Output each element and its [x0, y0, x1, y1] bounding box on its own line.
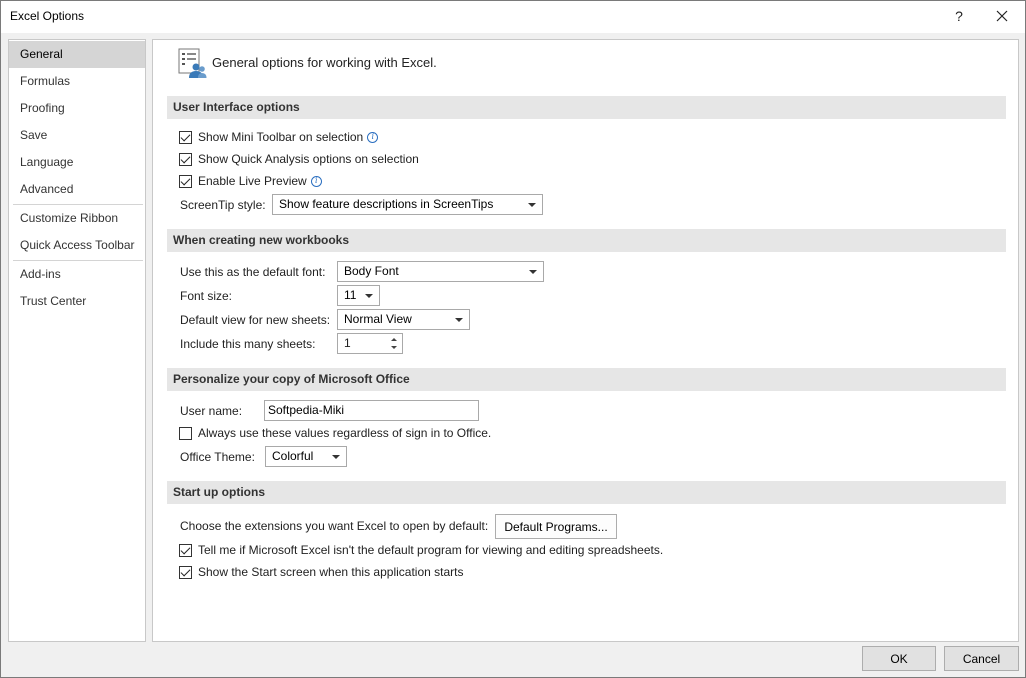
- info-icon[interactable]: i: [310, 175, 322, 187]
- default-font-value: Body Font: [344, 264, 399, 278]
- always-use-values-option[interactable]: Always use these values regardless of si…: [179, 423, 491, 443]
- quick-analysis-option[interactable]: Show Quick Analysis options on selection: [179, 149, 419, 169]
- mini-toolbar-label: Show Mini Toolbar on selection: [198, 130, 364, 144]
- nav-item-trust-center[interactable]: Trust Center: [9, 288, 145, 315]
- show-start-screen-checkbox[interactable]: [179, 565, 192, 579]
- office-theme-label: Office Theme:: [180, 450, 255, 464]
- close-button[interactable]: [979, 1, 1025, 31]
- mini-toolbar-option[interactable]: Show Mini Toolbar on selection i: [179, 127, 379, 147]
- nav-item-customize-ribbon[interactable]: Customize Ribbon: [9, 205, 145, 232]
- ok-button[interactable]: OK: [862, 646, 936, 671]
- spin-down-icon[interactable]: [391, 346, 397, 349]
- user-name-label: User name:: [180, 404, 243, 418]
- quick-analysis-label: Show Quick Analysis options on selection: [198, 152, 419, 166]
- show-start-screen-option[interactable]: Show the Start screen when this applicat…: [179, 562, 463, 582]
- window-title: Excel Options: [10, 9, 85, 23]
- show-start-screen-label: Show the Start screen when this applicat…: [198, 565, 464, 579]
- chevron-down-icon: [455, 318, 463, 322]
- tell-me-default-option[interactable]: Tell me if Microsoft Excel isn't the def…: [179, 540, 663, 560]
- live-preview-label: Enable Live Preview: [198, 174, 307, 188]
- info-icon[interactable]: i: [367, 131, 379, 143]
- nav-item-proofing[interactable]: Proofing: [9, 95, 145, 122]
- office-theme-dropdown[interactable]: Colorful: [265, 446, 347, 467]
- sheet-count-spinner[interactable]: 1: [337, 333, 403, 354]
- default-font-dropdown[interactable]: Body Font: [337, 261, 544, 282]
- title-bar: Excel Options ?: [1, 1, 1025, 33]
- user-name-input[interactable]: Softpedia-Miki: [264, 400, 479, 421]
- default-font-label: Use this as the default font:: [180, 265, 326, 279]
- section-user-interface: User Interface options: [167, 96, 1006, 119]
- chevron-down-icon: [529, 270, 537, 274]
- default-programs-button[interactable]: Default Programs...: [495, 514, 617, 539]
- sheet-count-label: Include this many sheets:: [180, 337, 316, 351]
- nav-item-formulas[interactable]: Formulas: [9, 68, 145, 95]
- chevron-down-icon: [365, 294, 373, 298]
- page-heading: General options for working with Excel.: [212, 55, 437, 70]
- always-use-values-checkbox[interactable]: [179, 426, 192, 440]
- cancel-button[interactable]: Cancel: [944, 646, 1019, 671]
- nav-item-quick-access-toolbar[interactable]: Quick Access Toolbar: [9, 232, 145, 259]
- spin-up-icon[interactable]: [391, 338, 397, 341]
- screentip-style-dropdown[interactable]: Show feature descriptions in ScreenTips: [272, 194, 543, 215]
- chevron-down-icon: [528, 203, 536, 207]
- sheet-count-value: 1: [344, 336, 351, 350]
- general-options-icon: [178, 48, 207, 78]
- section-startup: Start up options: [167, 481, 1006, 504]
- font-size-value: 11: [344, 288, 357, 302]
- default-view-label: Default view for new sheets:: [180, 313, 331, 327]
- mini-toolbar-checkbox[interactable]: [179, 130, 192, 144]
- spin-buttons[interactable]: [390, 335, 400, 352]
- default-view-dropdown[interactable]: Normal View: [337, 309, 470, 330]
- quick-analysis-checkbox[interactable]: [179, 152, 192, 166]
- tell-me-default-label: Tell me if Microsoft Excel isn't the def…: [198, 543, 664, 557]
- extensions-label: Choose the extensions you want Excel to …: [180, 519, 489, 533]
- nav-item-save[interactable]: Save: [9, 122, 145, 149]
- section-personalize: Personalize your copy of Microsoft Offic…: [167, 368, 1006, 391]
- nav-item-advanced[interactable]: Advanced: [9, 176, 145, 203]
- live-preview-option[interactable]: Enable Live Preview i: [179, 171, 322, 191]
- screentip-style-label: ScreenTip style:: [180, 198, 266, 212]
- office-theme-value: Colorful: [272, 449, 314, 463]
- font-size-dropdown[interactable]: 11: [337, 285, 380, 306]
- nav-item-general[interactable]: General: [9, 41, 145, 68]
- general-options-panel: General options for working with Excel. …: [152, 39, 1019, 642]
- options-nav: General Formulas Proofing Save Language …: [8, 39, 146, 642]
- nav-item-add-ins[interactable]: Add-ins: [9, 261, 145, 288]
- nav-item-language[interactable]: Language: [9, 149, 145, 176]
- close-icon: [996, 10, 1008, 22]
- section-new-workbooks: When creating new workbooks: [167, 229, 1006, 252]
- always-use-values-label: Always use these values regardless of si…: [198, 426, 492, 440]
- excel-options-dialog: Excel Options ? General Formulas Proofin…: [0, 0, 1026, 678]
- chevron-down-icon: [332, 455, 340, 459]
- tell-me-default-checkbox[interactable]: [179, 543, 192, 557]
- default-view-value: Normal View: [344, 312, 412, 326]
- screentip-style-value: Show feature descriptions in ScreenTips: [279, 197, 494, 211]
- font-size-label: Font size:: [180, 289, 233, 303]
- live-preview-checkbox[interactable]: [179, 174, 192, 188]
- help-button[interactable]: ?: [936, 1, 982, 31]
